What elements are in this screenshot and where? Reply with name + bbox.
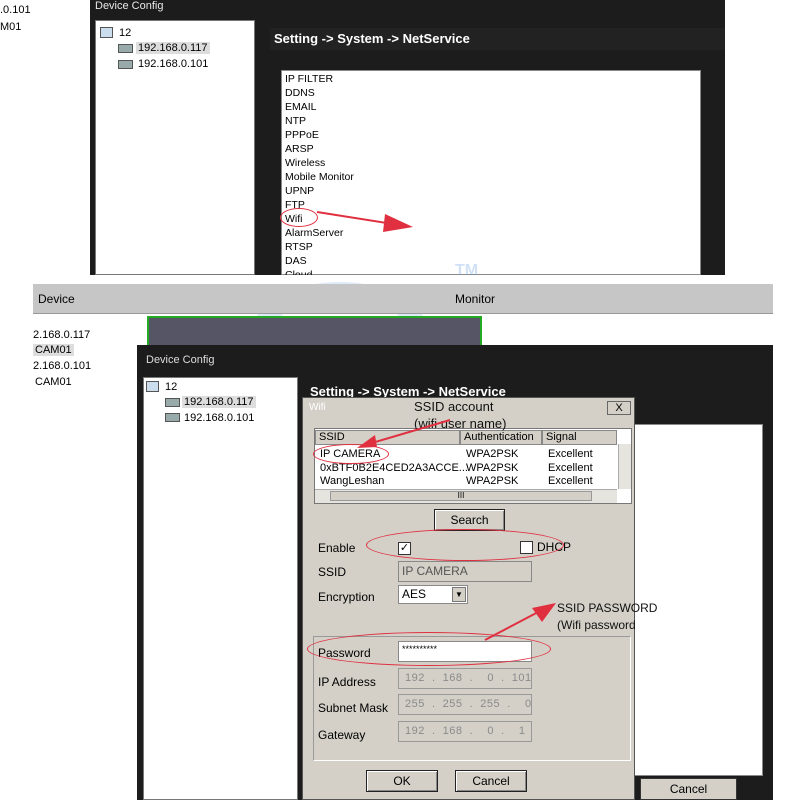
device-list-item[interactable]: CAM01 <box>33 344 74 356</box>
app-header <box>33 284 773 314</box>
gateway-label: Gateway <box>318 728 366 742</box>
encryption-select[interactable]: AES ▼ <box>398 585 468 604</box>
device-icon <box>165 398 180 407</box>
column-header-signal[interactable]: Signal <box>542 430 617 445</box>
folder-icon <box>146 381 159 392</box>
tree-item-117[interactable]: 192.168.0.117 <box>182 396 256 408</box>
enable-label: Enable <box>318 541 356 555</box>
subnet-mask-label: Subnet Mask <box>318 701 389 715</box>
tree-item-101[interactable]: 192.168.0.101 <box>184 412 254 424</box>
list-item[interactable]: DDNS <box>285 87 315 99</box>
network-auth: WPA2PSK <box>466 448 519 460</box>
list-item[interactable]: PPPoE <box>285 129 319 141</box>
encryption-label: Encryption <box>318 590 375 604</box>
ssid-field[interactable]: IP CAMERA <box>398 561 532 582</box>
close-icon[interactable]: X <box>607 401 631 415</box>
tree-root[interactable]: 12 <box>119 27 131 39</box>
breadcrumb: Setting -> System -> NetService <box>270 28 725 50</box>
subnet-mask-field[interactable]: 255 . 255 . 255 . 0 <box>398 694 532 715</box>
annotation-ssid-title: SSID account <box>414 399 494 414</box>
column-header-authentication[interactable]: Authentication <box>460 430 542 445</box>
left-fragment: M01 <box>0 21 22 33</box>
dialog-title: Wifi <box>309 402 326 413</box>
tree-item-117[interactable]: 192.168.0.117 <box>136 42 210 54</box>
list-item[interactable]: EMAIL <box>285 101 317 113</box>
ip-address-label: IP Address <box>318 675 376 689</box>
tree-root[interactable]: 12 <box>165 381 177 393</box>
header-device: Device <box>38 292 75 306</box>
ip-address-field[interactable]: 192 . 168 . 0 . 101 <box>398 668 532 689</box>
vertical-scrollbar[interactable] <box>618 444 631 489</box>
list-item[interactable]: Wireless <box>285 157 325 169</box>
device-tree <box>143 377 298 800</box>
list-item[interactable]: NTP <box>285 115 306 127</box>
device-list-item[interactable]: CAM01 <box>35 376 72 388</box>
device-icon <box>165 413 180 422</box>
wifi-highlight-ellipse <box>280 208 318 227</box>
network-auth: WPA2PSK <box>466 475 519 487</box>
network-signal: Excellent <box>548 448 593 460</box>
header-monitor: Monitor <box>455 292 496 306</box>
chevron-down-icon[interactable]: ▼ <box>452 587 466 602</box>
list-item[interactable]: RTSP <box>285 241 313 253</box>
network-signal: Excellent <box>548 462 593 474</box>
arrow-icon <box>357 419 451 448</box>
network-ssid[interactable]: 0xBTF0B2E4CED2A3ACCE... <box>320 462 468 474</box>
arrow-icon <box>316 211 413 232</box>
network-ssid[interactable]: WangLeshan <box>320 475 384 487</box>
cancel-button[interactable]: Cancel <box>640 778 737 800</box>
list-item[interactable]: ARSP <box>285 143 314 155</box>
window-title: Device Config <box>146 354 215 366</box>
annotation-pwd-title: SSID PASSWORD <box>557 601 658 615</box>
arrow-icon <box>484 603 556 641</box>
gateway-field[interactable]: 192 . 168 . 0 . 1 <box>398 721 532 742</box>
netservice-list: IP FILTER DDNS EMAIL NTP PPPoE ARSP Wire… <box>281 70 701 281</box>
annotation-pwd-sub: (Wifi password <box>557 618 636 632</box>
encryption-value: AES <box>402 587 427 601</box>
list-item[interactable]: Mobile Monitor <box>285 171 354 183</box>
network-auth: WPA2PSK <box>466 462 519 474</box>
scrollbar-thumb[interactable]: III <box>330 491 592 501</box>
tree-item-101[interactable]: 192.168.0.101 <box>138 58 208 70</box>
search-button[interactable]: Search <box>434 509 505 531</box>
ok-button[interactable]: OK <box>366 770 438 792</box>
device-list-item[interactable]: 2.168.0.117 <box>33 329 90 341</box>
list-item[interactable]: IP FILTER <box>285 73 333 85</box>
netservice-list <box>630 424 763 776</box>
device-icon <box>118 60 133 69</box>
list-item[interactable]: UPNP <box>285 185 314 197</box>
window-title: Device Config <box>95 0 164 12</box>
enable-highlight-ellipse <box>366 529 564 561</box>
network-signal: Excellent <box>548 475 593 487</box>
device-icon <box>118 44 133 53</box>
left-fragment: .0.101 <box>0 4 31 16</box>
cancel-button[interactable]: Cancel <box>455 770 527 792</box>
ssid-label: SSID <box>318 565 347 579</box>
device-list-item[interactable]: 2.168.0.101 <box>33 360 91 372</box>
folder-icon <box>100 27 113 38</box>
